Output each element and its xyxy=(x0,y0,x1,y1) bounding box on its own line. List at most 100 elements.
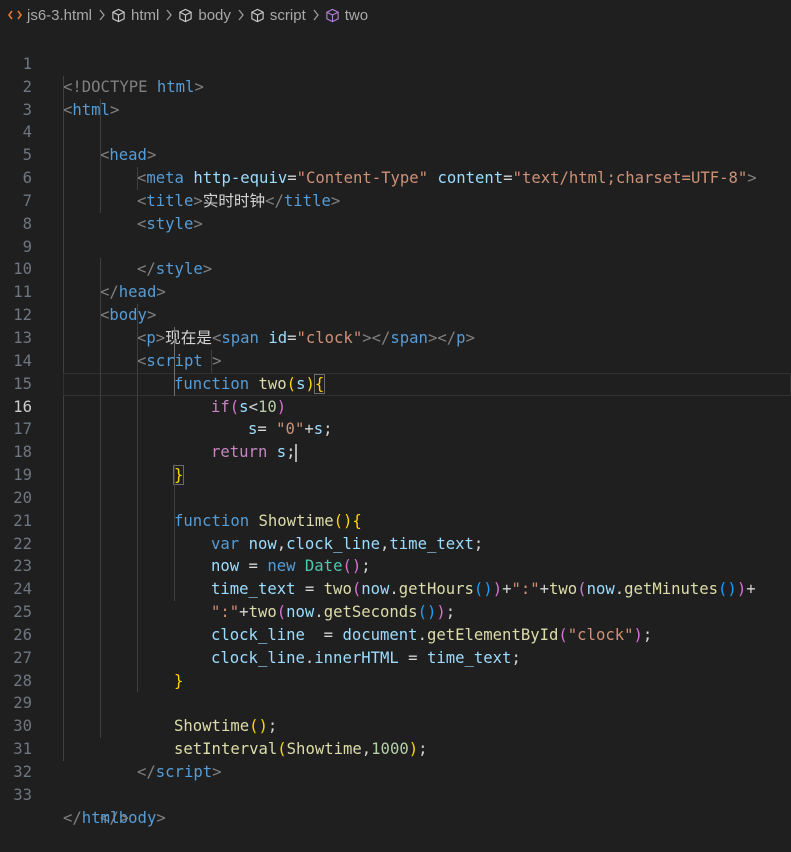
breadcrumb-item-label: html xyxy=(131,6,160,24)
indent-guide xyxy=(100,441,101,465)
code-line[interactable]: 6 <style> xyxy=(0,144,791,233)
code-line[interactable]: 32 </body> xyxy=(0,738,791,827)
indent-guide xyxy=(100,601,101,624)
indent-guide xyxy=(137,167,138,190)
breadcrumb-item-script[interactable]: script xyxy=(249,7,306,24)
code-line[interactable]: 4 <meta http-equiv="Content-Type" conten… xyxy=(0,98,791,187)
code-line[interactable]: 10 <body> xyxy=(0,235,791,324)
code-line[interactable]: 29 setInterval(Showtime,1000); xyxy=(0,669,791,758)
line-number: 15 xyxy=(13,374,32,393)
indent-guide xyxy=(63,144,64,168)
breadcrumb-item-html[interactable]: html xyxy=(110,7,159,24)
breadcrumb-file-label: js6-3.html xyxy=(27,6,93,24)
indent-guide xyxy=(174,509,175,533)
indent-guide xyxy=(174,326,175,350)
cube-icon xyxy=(110,7,127,24)
breadcrumb-file[interactable]: js6-3.html xyxy=(6,7,92,24)
indent-guide xyxy=(137,532,138,556)
indent-guide xyxy=(137,601,138,624)
code-line[interactable]: 23 ":"+two(now.getSeconds()); xyxy=(0,532,791,621)
code-line[interactable]: 12 <script > xyxy=(0,281,791,370)
indent-guide xyxy=(100,326,101,350)
indent-guide xyxy=(100,532,101,556)
code-line[interactable]: 13 function two(s){ xyxy=(0,304,791,394)
indent-guide xyxy=(137,623,138,647)
indent-guide xyxy=(63,578,64,602)
code-line[interactable]: 31 xyxy=(0,715,791,758)
code-line[interactable]: 28 Showtime(); xyxy=(0,646,791,735)
cube-icon xyxy=(177,7,194,24)
code-line[interactable]: 22 time_text = two(now.getHours())+":"+t… xyxy=(0,509,791,598)
code-line-current[interactable]: 16 return s; xyxy=(13,372,791,462)
code-line[interactable]: 18 xyxy=(0,418,791,461)
html-file-icon xyxy=(6,7,23,24)
code-line[interactable]: 24 clock_line = document.getElementById(… xyxy=(0,555,791,644)
indent-guide xyxy=(63,738,64,761)
indent-guide xyxy=(63,509,64,533)
code-line[interactable]: 3 <head> xyxy=(0,75,791,164)
indent-guide xyxy=(174,372,175,396)
indent-guide xyxy=(100,578,101,602)
indent-guide xyxy=(137,304,138,327)
code-line[interactable]: 15 s= "0"+s; xyxy=(0,349,791,438)
line-number: 33 xyxy=(13,785,32,804)
indent-guide xyxy=(174,486,175,510)
code-line[interactable]: 33 </html> xyxy=(0,761,791,827)
code-line[interactable]: 11 <p>现在是<span id="clock"></span></p> xyxy=(0,258,791,347)
code-line[interactable]: 27 xyxy=(0,623,791,667)
code-editor[interactable]: 1 <!DOCTYPE html> 2 <html> 3 <head> 4 <m… xyxy=(0,30,791,827)
code-line[interactable]: 14 if(s<10) xyxy=(0,326,791,416)
indent-guide xyxy=(63,98,64,122)
indent-guide xyxy=(137,486,138,510)
indent-guide xyxy=(63,75,64,99)
code-line[interactable]: 5 <title>实时时钟</title> xyxy=(0,121,791,210)
code-line[interactable]: 19 function Showtime(){ xyxy=(0,441,791,530)
code-line[interactable]: 7 xyxy=(0,167,791,210)
code-line[interactable]: 2 <html> xyxy=(0,53,791,119)
breadcrumb-item-label: two xyxy=(344,6,369,24)
code-line[interactable]: 17 } xyxy=(0,395,791,486)
breadcrumb: js6-3.html html body script two xyxy=(0,0,791,30)
indent-guide xyxy=(137,509,138,533)
indent-guide xyxy=(137,578,138,602)
indent-guide xyxy=(63,235,64,259)
breadcrumb-item-two[interactable]: two xyxy=(324,7,368,24)
indent-guide xyxy=(137,395,138,419)
indent-guide xyxy=(63,258,64,282)
code-line[interactable]: 1 <!DOCTYPE html> xyxy=(0,30,791,96)
code-line[interactable]: 26 } xyxy=(0,601,791,690)
indent-guide xyxy=(174,555,175,579)
chevron-right-icon xyxy=(312,9,320,21)
indent-guide xyxy=(137,326,138,350)
indent-guide xyxy=(100,646,101,670)
code-line[interactable]: 25 clock_line.innerHTML = time_text; xyxy=(0,578,791,667)
indent-guide xyxy=(63,167,64,190)
indent-guide xyxy=(100,304,101,327)
method-cube-icon xyxy=(324,7,341,24)
breadcrumb-item-label: script xyxy=(269,6,306,24)
indent-guide xyxy=(63,623,64,647)
indent-guide xyxy=(100,692,101,716)
cube-icon xyxy=(249,7,266,24)
code-text: </html> xyxy=(63,807,129,830)
indent-guide xyxy=(100,258,101,282)
code-line[interactable]: 9 </head> xyxy=(0,212,791,301)
indent-guide xyxy=(137,372,138,396)
indent-guide xyxy=(63,486,64,510)
indent-guide xyxy=(63,212,64,236)
indent-guide xyxy=(100,509,101,533)
indent-guide xyxy=(63,349,64,373)
indent-guide xyxy=(63,441,64,465)
indent-guide xyxy=(63,395,64,419)
indent-guide xyxy=(174,532,175,556)
indent-guide xyxy=(63,601,64,624)
indent-guide xyxy=(211,349,212,373)
code-line[interactable]: 8 </style> xyxy=(0,189,791,278)
code-line[interactable]: 21 now = new Date(); xyxy=(0,486,791,575)
code-line[interactable]: 30 </script> xyxy=(0,692,791,781)
indent-guide xyxy=(137,464,138,487)
indent-guide xyxy=(100,98,101,122)
code-line[interactable]: 20 var now,clock_line,time_text; xyxy=(0,464,791,553)
indent-guide xyxy=(63,669,64,693)
breadcrumb-item-body[interactable]: body xyxy=(177,7,231,24)
